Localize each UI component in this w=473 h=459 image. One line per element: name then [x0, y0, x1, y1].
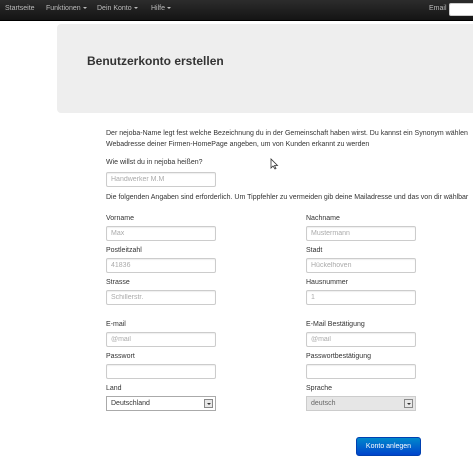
dropdown-arrow-icon [404, 399, 413, 408]
chevron-down-icon [167, 7, 172, 10]
top-navbar: Startseite Funktionen Dein Konto Hilfe E… [0, 0, 473, 21]
name-question-label: Wie willst du in nejoba heißen? [106, 159, 203, 166]
intro-line-2: Webadresse deiner Firmen-HomePage angebe… [106, 141, 370, 148]
sprache-select-value: deutsch [311, 400, 336, 407]
land-select[interactable]: Deutschland [106, 396, 216, 411]
nachname-label: Nachname [306, 215, 340, 222]
land-select-value: Deutschland [111, 400, 150, 407]
email-input[interactable] [106, 332, 216, 347]
intro-line-1: Der nejoba-Name legt fest welche Bezeich… [106, 130, 468, 137]
stadt-label: Stadt [306, 247, 323, 254]
strasse-input[interactable] [106, 290, 216, 305]
sprache-select[interactable]: deutsch [306, 396, 416, 411]
dropdown-arrow-icon [204, 399, 213, 408]
passwort-input[interactable] [106, 364, 216, 379]
passwort-confirm-input[interactable] [306, 364, 416, 379]
hausnummer-input[interactable] [306, 290, 416, 305]
stadt-input[interactable] [306, 258, 416, 273]
email-confirm-label: E-Mail Bestätigung [306, 321, 365, 328]
nav-startseite[interactable]: Startseite [5, 0, 35, 20]
hero-unit: Benutzerkonto erstellen [57, 24, 473, 113]
vorname-label: Vorname [106, 215, 135, 222]
land-label: Land [106, 385, 122, 392]
intro-text: Der nejoba-Name legt fest welche Bezeich… [106, 128, 473, 150]
hausnummer-label: Hausnummer [306, 279, 349, 286]
sprache-label: Sprache [306, 385, 333, 392]
passwort-confirm-label: Passwortbestätigung [306, 353, 371, 360]
nav-email-input[interactable] [449, 3, 473, 16]
chevron-down-icon [133, 7, 138, 10]
nav-hilfe[interactable]: Hilfe [151, 0, 172, 20]
nav-dein-konto[interactable]: Dein Konto [97, 0, 138, 20]
mouse-cursor-icon [270, 158, 279, 170]
passwort-label: Passwort [106, 353, 135, 360]
plz-label: Postleitzahl [106, 247, 142, 254]
page-title: Benutzerkonto erstellen [87, 54, 224, 68]
nejoba-name-input[interactable] [106, 172, 216, 187]
email-confirm-input[interactable] [306, 332, 416, 347]
nachname-input[interactable] [306, 226, 416, 241]
required-note: Die folgenden Angaben sind erforderlich.… [106, 194, 469, 201]
email-label: E-mail [106, 321, 126, 328]
nav-funktionen[interactable]: Funktionen [46, 0, 87, 20]
plz-input[interactable] [106, 258, 216, 273]
strasse-label: Strasse [106, 279, 130, 286]
chevron-down-icon [82, 7, 87, 10]
nav-email-label: Email [429, 5, 447, 12]
konto-anlegen-button[interactable]: Konto anlegen [356, 437, 421, 456]
vorname-input[interactable] [106, 226, 216, 241]
